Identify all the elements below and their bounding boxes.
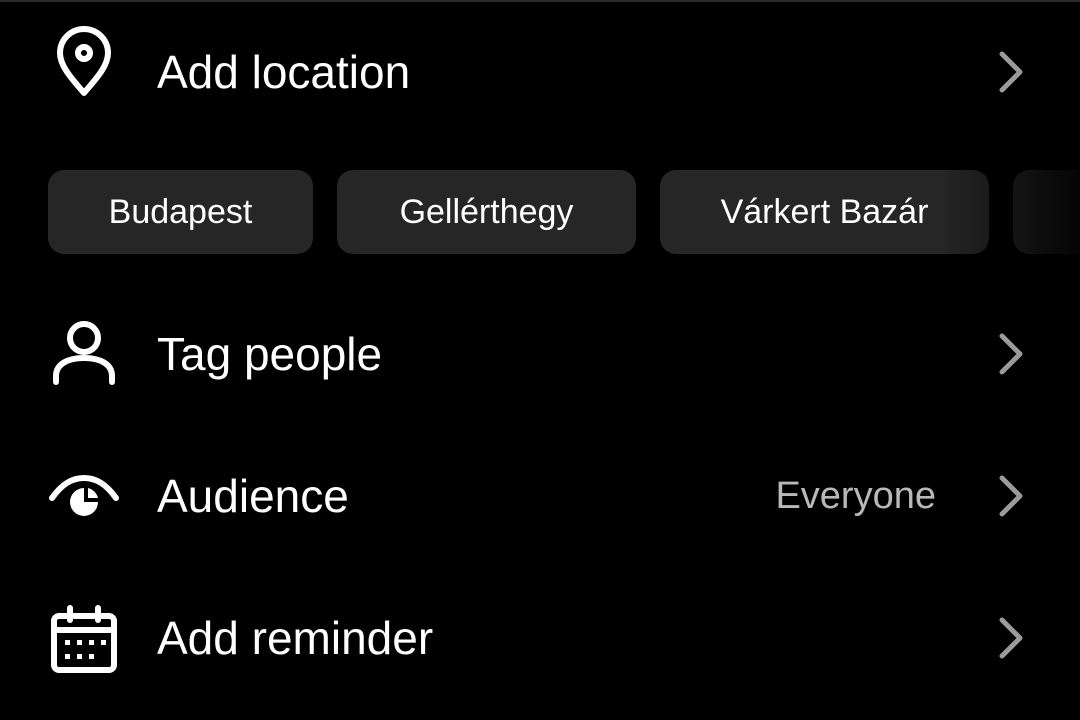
- audience-row[interactable]: Audience Everyone: [0, 442, 1080, 552]
- location-chip-label: Gellérthegy: [399, 192, 574, 231]
- chevron-right-icon: [990, 610, 1030, 666]
- location-chip-varkert-bazar[interactable]: Várkert Bazár: [660, 170, 989, 254]
- location-chip-gellerthegy[interactable]: Gellérthegy: [337, 170, 636, 254]
- location-chip-label: Várkert Bazár: [720, 192, 929, 231]
- add-location-row[interactable]: Add location: [0, 22, 1080, 132]
- top-divider: [0, 0, 1080, 2]
- add-location-label: Add location: [157, 46, 411, 98]
- audience-label: Audience: [157, 470, 349, 522]
- location-pin-icon: [48, 25, 120, 97]
- chevron-right-icon: [990, 44, 1030, 100]
- tag-people-row[interactable]: Tag people: [0, 300, 1080, 410]
- chevron-right-icon: [990, 468, 1030, 524]
- audience-value: Everyone: [775, 475, 936, 517]
- person-icon: [48, 316, 120, 388]
- location-chip-partial[interactable]: [1013, 170, 1080, 254]
- tag-people-label: Tag people: [157, 328, 383, 380]
- eye-icon: [48, 460, 120, 532]
- calendar-icon: [48, 604, 120, 676]
- add-reminder-row[interactable]: Add reminder: [0, 584, 1080, 694]
- add-reminder-label: Add reminder: [157, 612, 434, 664]
- chevron-right-icon: [990, 326, 1030, 382]
- location-chip-label: Budapest: [108, 192, 253, 231]
- location-suggestions: Budapest Gellérthegy Várkert Bazár: [0, 170, 1080, 256]
- location-chip-budapest[interactable]: Budapest: [48, 170, 313, 254]
